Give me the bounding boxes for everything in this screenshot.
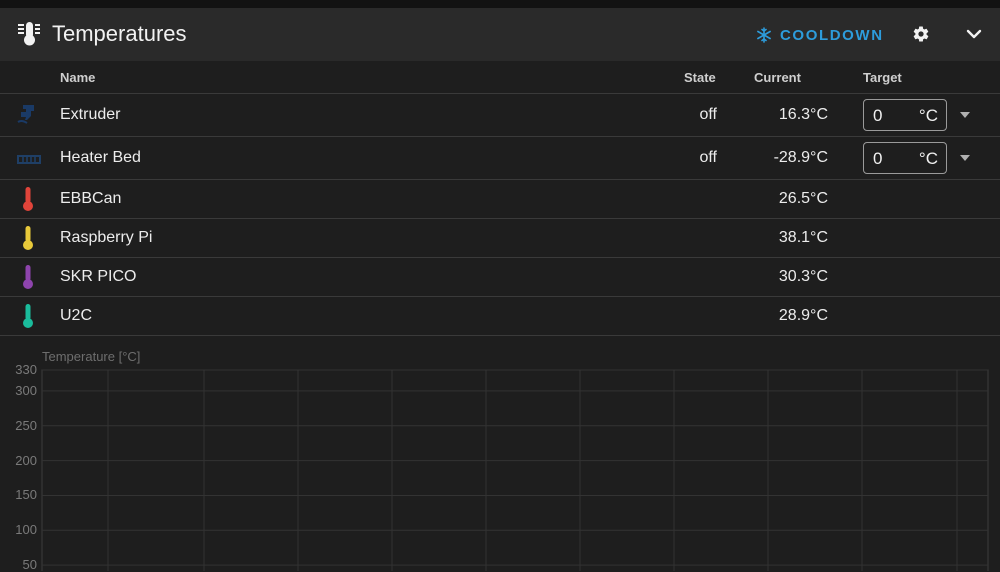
preset-dropdown-icon[interactable] (959, 154, 971, 162)
chevron-down-icon[interactable] (965, 27, 983, 41)
column-current: Current (754, 70, 801, 85)
sensor-name: SKR PICO (60, 268, 137, 285)
thermometer-icon (23, 304, 33, 328)
thermometer-panel-icon (18, 22, 40, 46)
table-row: EBBCan 26.5°C (0, 180, 1000, 219)
panel-title: Temperatures (52, 21, 187, 46)
top-strip (0, 0, 1000, 8)
column-state: State (684, 70, 716, 85)
chart-plot-area (41, 369, 989, 571)
target-value: 0 (873, 106, 883, 125)
extruder-icon (17, 105, 34, 124)
table-header: Name State Current Target (0, 61, 1000, 94)
heater-state: off (699, 106, 718, 123)
table-row: SKR PICO 30.3°C (0, 258, 1000, 297)
thermometer-icon (23, 226, 33, 250)
heater-name: Heater Bed (60, 149, 141, 166)
sensor-name: Raspberry Pi (60, 229, 153, 246)
sensor-name: EBBCan (60, 190, 122, 207)
heater-state: off (699, 149, 718, 166)
gear-icon[interactable] (912, 25, 930, 43)
target-unit: °C (918, 106, 938, 125)
sensor-name: U2C (60, 307, 93, 324)
thermometer-icon (23, 187, 33, 211)
sensor-current: 30.3°C (778, 268, 828, 285)
sensor-current: 28.9°C (778, 307, 828, 324)
temperature-chart[interactable]: Temperature [°C] 50 100 150 200 250 300 330 (0, 340, 1000, 572)
table-row: U2C 28.9°C (0, 297, 1000, 336)
snowflake-icon (757, 27, 771, 43)
column-name: Name (60, 70, 96, 85)
panel-header: Temperatures COOLDOWN (0, 8, 1000, 61)
thermometer-icon (23, 265, 33, 289)
sensor-current: 26.5°C (778, 190, 828, 207)
table-row: Heater Bed off -28.9°C 0 °C (0, 137, 1000, 180)
heater-name: Extruder (60, 106, 121, 123)
cooldown-label: COOLDOWN (780, 26, 884, 44)
target-input[interactable]: 0 °C (863, 99, 947, 131)
chart-frame (41, 369, 989, 571)
heater-current: -28.9°C (773, 149, 828, 166)
column-target: Target (863, 70, 902, 85)
heater-bed-icon (17, 155, 41, 164)
preset-dropdown-icon[interactable] (959, 111, 971, 119)
heater-current: 16.3°C (778, 106, 828, 123)
target-unit: °C (918, 149, 938, 168)
target-value: 0 (873, 149, 883, 168)
cooldown-button[interactable]: COOLDOWN (756, 24, 884, 46)
table-row: Extruder off 16.3°C 0 °C (0, 94, 1000, 137)
sensor-current: 38.1°C (778, 229, 828, 246)
table-row: Raspberry Pi 38.1°C (0, 219, 1000, 258)
target-input[interactable]: 0 °C (863, 142, 947, 174)
